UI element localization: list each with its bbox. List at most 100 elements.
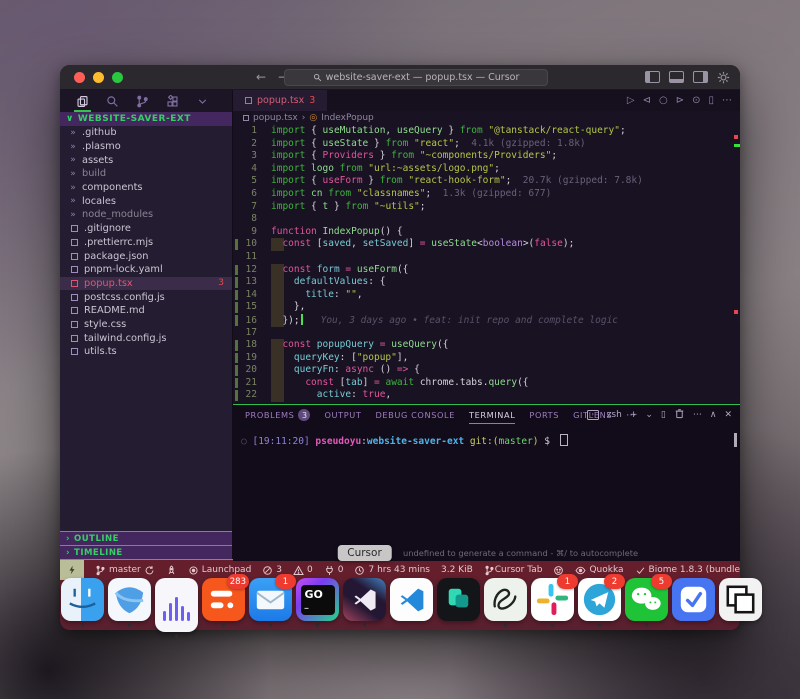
source-control-icon[interactable] (136, 90, 149, 112)
dock-app-flomo[interactable]: 283 (201, 578, 246, 638)
tick-app-icon[interactable] (672, 578, 715, 621)
code-line-15[interactable]: 15 }, (233, 301, 740, 314)
dock-app-telegram[interactable]: 2 (577, 578, 622, 638)
code-line-7[interactable]: 7import { t } from "~utils"; (233, 201, 740, 214)
dock-app-vscode[interactable] (389, 578, 434, 638)
toggle-panel-icon[interactable] (669, 71, 684, 83)
file-row-node_modules[interactable]: »node_modules (60, 208, 232, 222)
code-line-22[interactable]: 22 active: true, (233, 389, 740, 402)
code-line-11[interactable]: 11 (233, 251, 740, 264)
shell-label[interactable]: zsh (607, 410, 622, 420)
audio-bars-app-icon[interactable] (155, 578, 198, 632)
dock-app-tick[interactable] (671, 578, 716, 638)
sketch-app-icon[interactable] (484, 578, 527, 621)
code-line-4[interactable]: 4import logo from "url:~assets/logo.png"… (233, 163, 740, 176)
code-line-2[interactable]: 2import { useState } from "react"; 4.1k … (233, 138, 740, 151)
file-row-build[interactable]: »build (60, 167, 232, 181)
dock-app-cursor[interactable]: Cursor (342, 578, 387, 638)
file-row-README.md[interactable]: README.md (60, 304, 232, 318)
close-window-button[interactable] (74, 72, 85, 83)
frames-app-icon[interactable] (719, 578, 762, 621)
status-warnings[interactable]: 0 (293, 565, 313, 576)
cursor-app-icon[interactable] (343, 578, 386, 621)
panel-tab-terminal[interactable]: TERMINAL (469, 405, 515, 425)
status-cursor-tab[interactable]: Cursor Tab (495, 565, 543, 575)
run-above-icon[interactable]: ⊲ (643, 95, 651, 106)
dock-app-dark-teal[interactable] (436, 578, 481, 638)
code-line-19[interactable]: 19 queryKey: ["popup"], (233, 352, 740, 365)
status-biome[interactable]: Biome 1.8.3 (bundled) (635, 565, 740, 576)
goland-app-icon[interactable]: GO_ (296, 578, 339, 621)
status-size[interactable]: 3.2 KiB (441, 565, 473, 575)
code-line-17[interactable]: 17 (233, 327, 740, 340)
file-row-style.css[interactable]: style.css (60, 318, 232, 332)
dock-app-mail[interactable]: 1 (248, 578, 293, 638)
panel-tab-debug-console[interactable]: DEBUG CONSOLE (375, 405, 455, 425)
file-row-.prettierrc.mjs[interactable]: .prettierrc.mjs (60, 236, 232, 250)
file-row-popup.tsx[interactable]: popup.tsx3 (60, 277, 232, 291)
run-all-icon[interactable]: ⊙ (692, 95, 700, 106)
code-line-9[interactable]: 9function IndexPopup() { (233, 226, 740, 239)
search-icon[interactable] (106, 90, 119, 112)
run-below-icon[interactable]: ⊳ (676, 95, 684, 106)
file-row-.github[interactable]: ».github (60, 126, 232, 140)
maximize-panel-icon[interactable]: ∧ (710, 410, 717, 420)
dock-app-sketch[interactable] (483, 578, 528, 638)
toggle-primary-sidebar-icon[interactable] (645, 71, 660, 83)
chevron-down-icon[interactable] (196, 90, 209, 112)
status-branch-master[interactable]: master (95, 565, 155, 576)
status-ports[interactable]: 0 (324, 565, 344, 576)
dock-app-fox[interactable] (107, 578, 152, 638)
code-line-12[interactable]: 12 const form = useForm({ (233, 264, 740, 277)
file-row-tailwind.config.js[interactable]: tailwind.config.js (60, 331, 232, 345)
fox-app-icon[interactable] (108, 578, 151, 621)
minimize-window-button[interactable] (93, 72, 104, 83)
vscode-app-icon[interactable] (390, 578, 433, 621)
files-icon[interactable] (76, 90, 89, 112)
file-row-package.json[interactable]: package.json (60, 249, 232, 263)
split-terminal-icon[interactable]: ▯ (661, 410, 666, 420)
code-line-20[interactable]: 20 queryFn: async () => { (233, 364, 740, 377)
history-back-icon[interactable]: ← (256, 70, 266, 84)
code-line-5[interactable]: 5import { useForm } from "react-hook-for… (233, 175, 740, 188)
more-actions-icon[interactable]: ⋯ (722, 95, 732, 106)
code-line-10[interactable]: 10 const [saved, setSaved] = useState<bo… (233, 238, 740, 251)
remote-indicator[interactable] (60, 560, 84, 580)
timeline-section-header[interactable]: › TIMELINE (60, 545, 232, 559)
file-row-locales[interactable]: »locales (60, 194, 232, 208)
breadcrumb[interactable]: popup.tsx › ◎ IndexPopup (233, 111, 740, 124)
panel-tab-ports[interactable]: PORTS (529, 405, 559, 425)
run-icon[interactable]: ▷ (627, 95, 635, 106)
launch-profile-chevron-icon[interactable]: ⌄ (645, 410, 653, 420)
dock-app-audio-bars[interactable] (154, 578, 199, 638)
file-row-components[interactable]: »components (60, 181, 232, 195)
explorer-root-header[interactable]: ∨ WEBSITE-SAVER-EXT (60, 112, 232, 126)
kill-terminal-icon[interactable] (674, 408, 685, 422)
code-line-1[interactable]: 1import { useMutation, useQuery } from "… (233, 125, 740, 138)
dark-teal-app-icon[interactable] (437, 578, 480, 621)
file-row-postcss.config.js[interactable]: postcss.config.js (60, 290, 232, 304)
code-line-8[interactable]: 8 (233, 213, 740, 226)
tab-popup-tsx[interactable]: popup.tsx 3 (233, 90, 327, 111)
dock-app-finder[interactable] (60, 578, 105, 638)
status-git-small[interactable] (484, 565, 495, 576)
toggle-secondary-sidebar-icon[interactable] (693, 71, 708, 83)
file-row-.plasmo[interactable]: ».plasmo (60, 140, 232, 154)
code-line-3[interactable]: 3import { Providers } from "~components/… (233, 150, 740, 163)
code-line-14[interactable]: 14 title: "", (233, 289, 740, 302)
dock-app-goland[interactable]: GO_ (295, 578, 340, 638)
panel-tab-output[interactable]: OUTPUT (324, 405, 361, 425)
code-line-18[interactable]: 18 const popupQuery = useQuery({ (233, 339, 740, 352)
code-editor[interactable]: 1import { useMutation, useQuery } from "… (233, 124, 740, 404)
titlebar[interactable]: ← → website-saver-ext — popup.tsx — Curs… (60, 65, 740, 90)
dock-app-slack[interactable]: 1 (530, 578, 575, 638)
extensions-icon[interactable] (166, 90, 179, 112)
file-row-assets[interactable]: »assets (60, 153, 232, 167)
panel-tab-problems[interactable]: PROBLEMS3 (245, 405, 310, 425)
terminal[interactable]: ○ [19:11:20] pseudoyu:website-saver-ext … (233, 425, 740, 561)
file-row-pnpm-lock.yaml[interactable]: pnpm-lock.yaml (60, 263, 232, 277)
finder-app-icon[interactable] (61, 578, 104, 621)
zoom-window-button[interactable] (112, 72, 123, 83)
split-editor-icon[interactable]: ▯ (708, 95, 714, 106)
file-row-.gitignore[interactable]: .gitignore (60, 222, 232, 236)
